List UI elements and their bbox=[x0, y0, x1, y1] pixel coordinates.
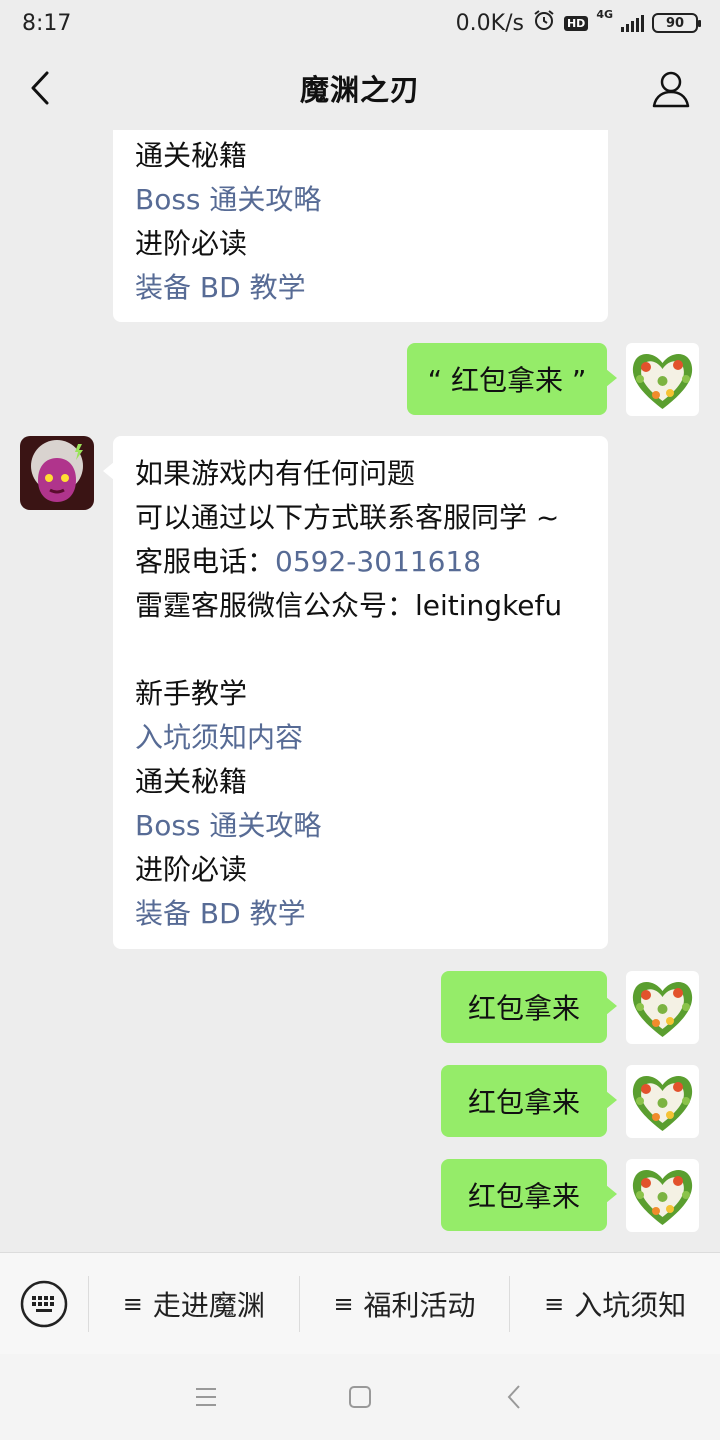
user-avatar[interactable] bbox=[626, 971, 699, 1044]
menu-icon: ≡ bbox=[333, 1289, 354, 1318]
back-button[interactable] bbox=[20, 68, 60, 108]
user-avatar[interactable] bbox=[626, 343, 699, 416]
user-avatar[interactable] bbox=[626, 1065, 699, 1138]
message-text: 红包拿来 bbox=[467, 992, 580, 1025]
message-link[interactable]: 装备 BD 教学 bbox=[135, 266, 586, 310]
bot-avatar[interactable] bbox=[20, 436, 94, 510]
back-icon bbox=[507, 1385, 520, 1409]
network-type: 4G bbox=[596, 8, 613, 21]
heart-salad-icon bbox=[632, 1170, 693, 1225]
keyboard-icon bbox=[20, 1280, 68, 1327]
message-line: 进阶必读 bbox=[135, 227, 248, 260]
square-icon bbox=[349, 1386, 371, 1408]
heart-salad-icon bbox=[632, 1076, 693, 1131]
menu-icon bbox=[196, 1388, 216, 1406]
status-indicators: 0.0K/s HD 4G 90 bbox=[455, 8, 701, 38]
chat-title: 魔渊之刃 bbox=[299, 73, 420, 107]
outgoing-message[interactable]: 红包拿来 bbox=[441, 1159, 617, 1231]
message-link[interactable]: Boss 通关攻略 bbox=[135, 178, 586, 222]
alarm-icon bbox=[532, 8, 556, 38]
status-bar: 8:17 0.0K/s HD 4G 90 bbox=[0, 0, 720, 46]
signal-icon bbox=[621, 14, 644, 32]
message-text: 红包拿来 bbox=[467, 1086, 580, 1119]
game-character-avatar bbox=[20, 436, 94, 510]
message-link[interactable]: 入坑须知内容 bbox=[135, 716, 586, 760]
keyboard-toggle-button[interactable] bbox=[0, 1253, 88, 1355]
phone-label: 客服电话： bbox=[135, 545, 276, 578]
heart-salad-icon bbox=[632, 354, 693, 409]
nav-menu-button[interactable] bbox=[184, 1375, 228, 1419]
heart-salad-icon bbox=[632, 982, 693, 1037]
incoming-message[interactable]: 如果游戏内有任何问题 可以通过以下方式联系客服同学 ~ 客服电话：0592-30… bbox=[103, 436, 608, 949]
message-line: 通关秘籍 bbox=[135, 139, 248, 172]
service-menu-bar: ≡ 走进魔渊 ≡ 福利活动 ≡ 入坑须知 bbox=[0, 1252, 720, 1354]
chevron-left-icon bbox=[31, 71, 49, 105]
message-line: 可以通过以下方式联系客服同学 ~ bbox=[135, 501, 560, 534]
chat-header: 魔渊之刃 bbox=[0, 46, 720, 130]
wechat-label: 雷霆客服微信公众号： bbox=[135, 589, 416, 622]
menu-item-fulihuodong[interactable]: ≡ 福利活动 bbox=[298, 1275, 510, 1332]
person-icon bbox=[652, 71, 690, 108]
hd-badge: HD bbox=[563, 15, 589, 31]
menu-icon: ≡ bbox=[544, 1289, 565, 1318]
message-line: 通关秘籍 bbox=[135, 765, 248, 798]
outgoing-message[interactable]: 红包拿来 bbox=[441, 1065, 617, 1137]
message-link[interactable]: 装备 BD 教学 bbox=[135, 892, 586, 936]
profile-button[interactable] bbox=[650, 68, 692, 110]
outgoing-message[interactable]: “ 红包拿来 ” bbox=[407, 343, 617, 415]
nav-home-button[interactable] bbox=[338, 1375, 382, 1419]
menu-item-rukengxuzhi[interactable]: ≡ 入坑须知 bbox=[509, 1275, 720, 1332]
net-speed: 0.0K/s bbox=[455, 10, 524, 36]
menu-item-zoujinmoyuan[interactable]: ≡ 走进魔渊 bbox=[88, 1275, 299, 1332]
message-link[interactable]: Boss 通关攻略 bbox=[135, 804, 586, 848]
message-text: “ 红包拿来 ” bbox=[427, 364, 587, 397]
message-line: 新手教学 bbox=[135, 677, 248, 710]
menu-item-label: 走进魔渊 bbox=[152, 1288, 265, 1322]
message-line: 进阶必读 bbox=[135, 853, 248, 886]
system-navigation-bar bbox=[0, 1354, 720, 1440]
user-avatar[interactable] bbox=[626, 1159, 699, 1232]
menu-icon: ≡ bbox=[122, 1289, 143, 1318]
phone-link[interactable]: 0592-3011618 bbox=[275, 545, 481, 578]
message-text: 红包拿来 bbox=[467, 1180, 580, 1213]
incoming-message[interactable]: 通关秘籍 Boss 通关攻略 进阶必读 装备 BD 教学 bbox=[113, 130, 608, 322]
message-line: 如果游戏内有任何问题 bbox=[135, 457, 416, 490]
outgoing-message[interactable]: 红包拿来 bbox=[441, 971, 617, 1043]
message-line: 雷霆客服微信公众号：leitingkefu bbox=[135, 584, 586, 628]
message-line: 客服电话：0592-3011618 bbox=[135, 540, 586, 584]
chat-history[interactable]: 通关秘籍 Boss 通关攻略 进阶必读 装备 BD 教学 “ 红包拿来 ” 如果… bbox=[0, 130, 720, 1252]
battery-icon: 90 bbox=[652, 13, 701, 33]
nav-back-button[interactable] bbox=[492, 1375, 536, 1419]
menu-item-label: 福利活动 bbox=[363, 1288, 476, 1322]
menu-item-label: 入坑须知 bbox=[574, 1288, 687, 1322]
status-time: 8:17 bbox=[22, 10, 72, 36]
battery-level: 90 bbox=[665, 15, 685, 31]
wechat-id: leitingkefu bbox=[415, 589, 563, 622]
